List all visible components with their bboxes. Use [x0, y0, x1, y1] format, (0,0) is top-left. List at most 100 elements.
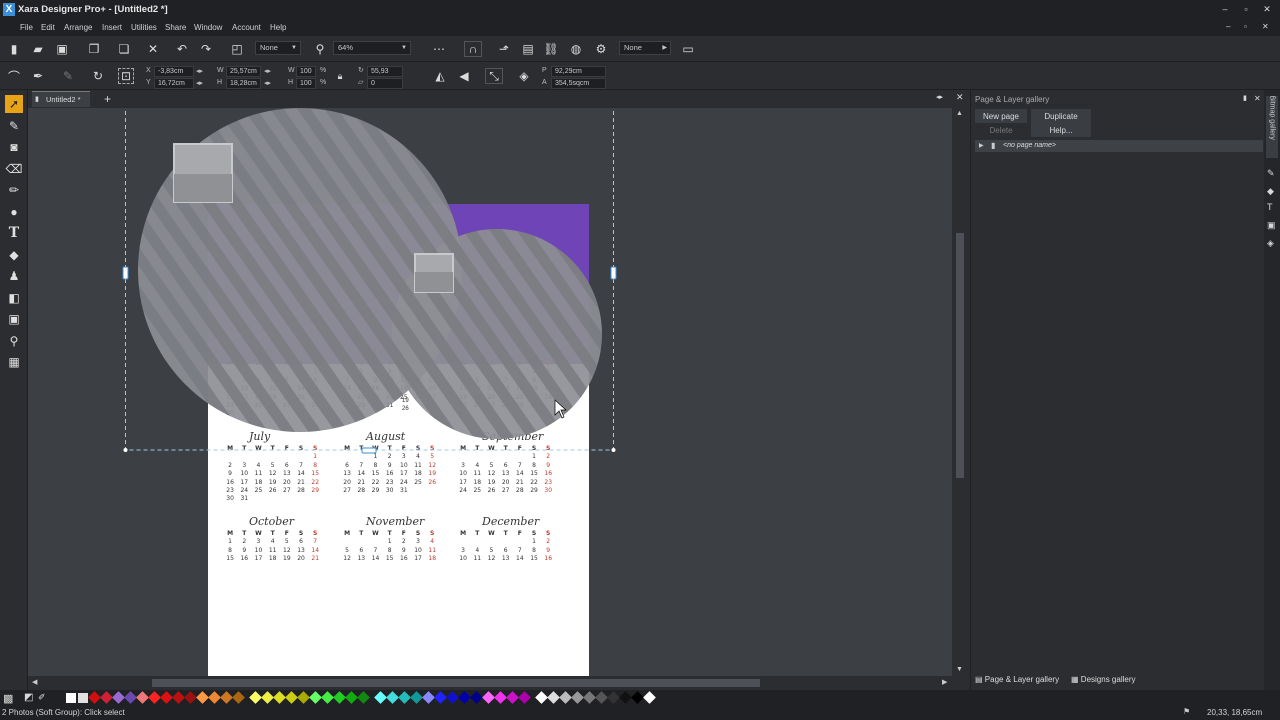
- pen-icon[interactable]: ✒: [30, 68, 46, 84]
- palette-swatch[interactable]: [482, 691, 495, 704]
- zoom-icon[interactable]: ⚲: [312, 41, 328, 57]
- page-list-item[interactable]: ▶ ▮ <no page name>: [975, 140, 1263, 152]
- select-all-icon[interactable]: ◰: [229, 41, 245, 57]
- scroll-right-icon[interactable]: ▶: [942, 678, 947, 686]
- scroll-down-icon[interactable]: ▼: [956, 666, 963, 673]
- rotate-field[interactable]: 55,93: [367, 66, 403, 77]
- redo-icon[interactable]: ↷: [198, 41, 214, 57]
- pin-icon[interactable]: ◂▸: [936, 93, 943, 101]
- clipart-gallery-icon[interactable]: ▣: [1267, 220, 1276, 231]
- flip-horizontal-icon[interactable]: ◭: [432, 68, 448, 84]
- handle-bottom[interactable]: [361, 447, 377, 454]
- palette-swatch[interactable]: [374, 691, 387, 704]
- palette-swatch[interactable]: [345, 691, 358, 704]
- palette-swatch[interactable]: [220, 691, 233, 704]
- save-icon[interactable]: ▣: [54, 41, 70, 57]
- eraser-tool-icon[interactable]: ⌫: [5, 160, 23, 178]
- gallery-close-icon[interactable]: ✕: [1254, 94, 1261, 103]
- bitmap-gallery-tab[interactable]: Bitmap gallery: [1266, 96, 1278, 158]
- palette-swatch[interactable]: [422, 691, 435, 704]
- palette-swatch[interactable]: [643, 691, 656, 704]
- menu-share[interactable]: Share: [165, 23, 186, 32]
- restore-icon[interactable]: ▫: [1239, 2, 1253, 16]
- menu-account[interactable]: Account: [232, 23, 261, 32]
- palette-swatch[interactable]: [160, 691, 173, 704]
- feather-select[interactable]: None ▼: [255, 41, 301, 55]
- new-document-icon[interactable]: ▮: [6, 41, 22, 57]
- x-field[interactable]: -3,83cm: [154, 66, 194, 77]
- palette-swatch[interactable]: [619, 691, 632, 704]
- palette-swatch[interactable]: [333, 691, 346, 704]
- frame-tool-icon[interactable]: ▣: [5, 310, 23, 328]
- vertical-scrollbar[interactable]: ▲ ▼: [952, 108, 968, 676]
- flip-vertical-icon[interactable]: ◀: [456, 68, 472, 84]
- transparency-select[interactable]: None ▶: [619, 41, 671, 55]
- rotate-icon[interactable]: ↻: [90, 68, 106, 84]
- doc-minimize-icon[interactable]: –: [1226, 22, 1230, 31]
- palette-swatch[interactable]: [583, 691, 596, 704]
- lock-aspect-icon[interactable]: 🔒︎: [332, 68, 348, 84]
- palette-swatch[interactable]: [470, 691, 483, 704]
- palette-swatch[interactable]: [148, 691, 161, 704]
- palette-swatch[interactable]: [309, 691, 322, 704]
- menu-window[interactable]: Window: [194, 23, 222, 32]
- palette-swatch[interactable]: [458, 691, 471, 704]
- scale-lines-icon[interactable]: ⤡: [485, 68, 503, 84]
- paste-icon[interactable]: ❏: [116, 41, 132, 57]
- handle-bottom-right[interactable]: [611, 448, 616, 452]
- palette-swatch[interactable]: [196, 691, 209, 704]
- palette-swatch[interactable]: [232, 691, 245, 704]
- drawing-canvas[interactable]: AprilMTWTFSS1234567891011121314151617181…: [28, 108, 952, 676]
- expand-icon[interactable]: ▶: [979, 142, 984, 149]
- handle-bottom-left[interactable]: [123, 448, 128, 452]
- handle-right[interactable]: [610, 266, 617, 280]
- selector-tool-icon[interactable]: ➚: [5, 95, 23, 113]
- x-stepper-icon[interactable]: ◂▸: [196, 67, 203, 75]
- hpct-field[interactable]: 100: [296, 78, 316, 89]
- photo-tool-icon[interactable]: ◙: [5, 138, 23, 156]
- copy-icon[interactable]: ❐: [86, 41, 102, 57]
- palette-swatch[interactable]: [518, 691, 531, 704]
- gallery-pin-icon[interactable]: ▮: [1243, 94, 1247, 102]
- palette-swatch[interactable]: [66, 693, 76, 703]
- horizontal-scrollbar[interactable]: ◀ ▶: [28, 676, 952, 690]
- menu-help[interactable]: Help: [270, 23, 286, 32]
- menu-file[interactable]: File: [20, 23, 33, 32]
- vertical-scroll-thumb[interactable]: [956, 233, 964, 478]
- pencil-tool-icon[interactable]: ✏: [5, 181, 23, 199]
- help-button[interactable]: Help...: [1031, 123, 1091, 137]
- minimize-icon[interactable]: –: [1218, 2, 1232, 16]
- undo-icon[interactable]: ↶: [174, 41, 190, 57]
- y-stepper-icon[interactable]: ◂▸: [196, 79, 203, 87]
- palette-swatch[interactable]: [506, 691, 519, 704]
- palette-swatch[interactable]: [571, 691, 584, 704]
- magnet-icon[interactable]: ∩: [464, 41, 482, 57]
- y-field[interactable]: 16,72cm: [154, 78, 194, 89]
- palette-swatch[interactable]: [112, 691, 125, 704]
- link-icon[interactable]: ⛓: [543, 41, 559, 57]
- palette-swatch[interactable]: [88, 691, 101, 704]
- w-stepper-icon[interactable]: ◂▸: [264, 67, 271, 75]
- palette-swatch[interactable]: [607, 691, 620, 704]
- brush-icon[interactable]: ✎: [60, 68, 76, 84]
- add-tab-icon[interactable]: +: [104, 92, 111, 106]
- grid-tool-icon[interactable]: ▦: [5, 353, 23, 371]
- eyedropper-icon[interactable]: ✐: [38, 692, 46, 703]
- color-picker-icon[interactable]: ◩: [24, 692, 33, 703]
- palette-swatch[interactable]: [261, 691, 274, 704]
- export-icon[interactable]: ⬏: [496, 41, 512, 57]
- close-icon[interactable]: ✕: [1260, 2, 1274, 16]
- palette-swatch[interactable]: [285, 691, 298, 704]
- bounds-icon[interactable]: ⊡: [118, 68, 134, 84]
- font-gallery-icon[interactable]: T: [1267, 202, 1273, 212]
- fill-gallery-icon[interactable]: ◆: [1267, 186, 1274, 197]
- pen-gallery-icon[interactable]: ✎: [1267, 168, 1275, 179]
- slider-icon[interactable]: ▭: [680, 41, 696, 57]
- palette-swatch[interactable]: [100, 691, 113, 704]
- open-folder-icon[interactable]: ▰: [30, 41, 46, 57]
- zoom-tool-icon[interactable]: ⚲: [5, 332, 23, 350]
- palette-swatch[interactable]: [535, 691, 548, 704]
- menu-arrange[interactable]: Arrange: [64, 23, 92, 32]
- doc-tab[interactable]: ▮ Untitled2 *: [32, 91, 90, 107]
- web-props-icon[interactable]: ⚙: [593, 41, 609, 57]
